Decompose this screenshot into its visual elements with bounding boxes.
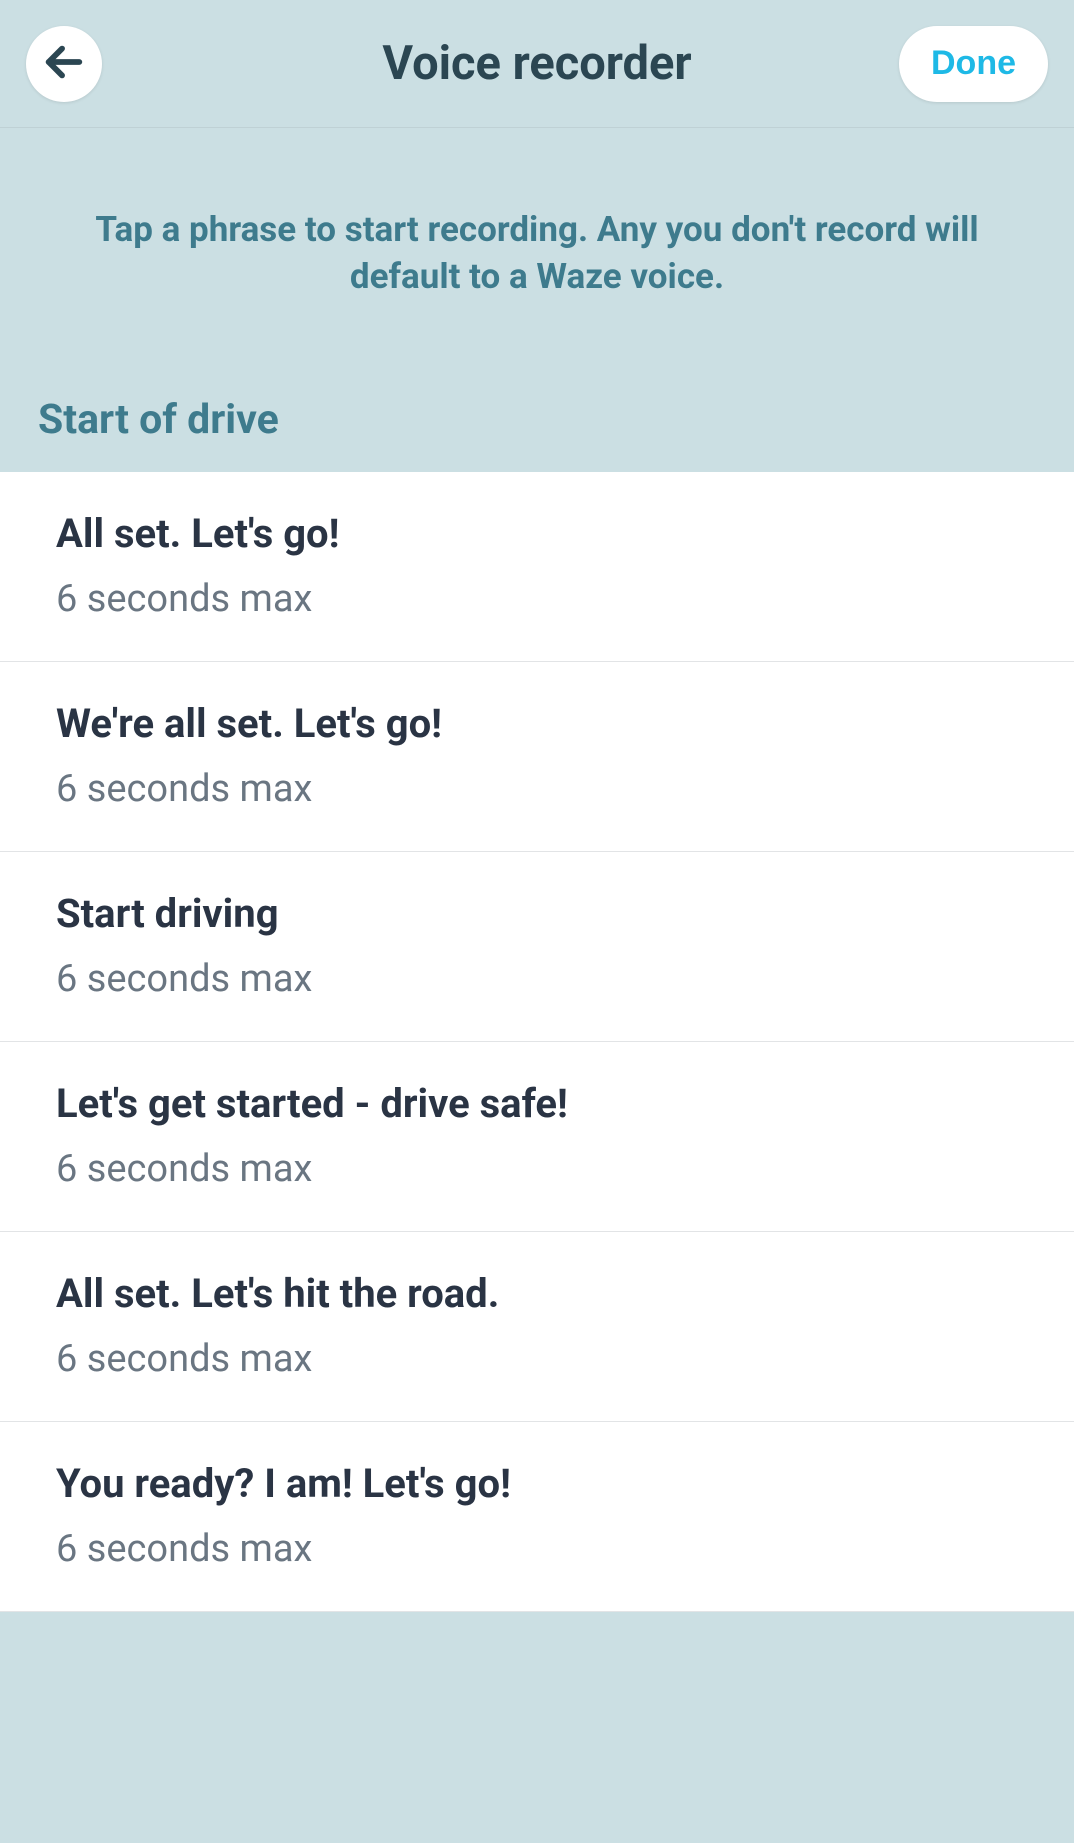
instruction-text: Tap a phrase to start recording. Any you… (88, 206, 986, 301)
phrase-item[interactable]: Let's get started - drive safe! 6 second… (0, 1042, 1074, 1232)
phrase-title: We're all set. Let's go! (56, 700, 1018, 747)
phrase-title: Let's get started - drive safe! (56, 1080, 1018, 1127)
header: Voice recorder Done (0, 0, 1074, 128)
phrase-item[interactable]: All set. Let's hit the road. 6 seconds m… (0, 1232, 1074, 1422)
phrase-item[interactable]: You ready? I am! Let's go! 6 seconds max (0, 1422, 1074, 1612)
arrow-left-icon (41, 39, 87, 88)
phrase-list: All set. Let's go! 6 seconds max We're a… (0, 472, 1074, 1612)
phrase-item[interactable]: All set. Let's go! 6 seconds max (0, 472, 1074, 662)
phrase-title: All set. Let's hit the road. (56, 1270, 1018, 1317)
phrase-title: You ready? I am! Let's go! (56, 1460, 1018, 1507)
phrase-duration: 6 seconds max (56, 957, 1018, 1001)
page-title: Voice recorder (382, 36, 691, 91)
section-title: Start of drive (0, 301, 1074, 472)
phrase-title: All set. Let's go! (56, 510, 1018, 557)
done-button[interactable]: Done (899, 26, 1048, 102)
phrase-item[interactable]: We're all set. Let's go! 6 seconds max (0, 662, 1074, 852)
phrase-duration: 6 seconds max (56, 1527, 1018, 1571)
phrase-duration: 6 seconds max (56, 1147, 1018, 1191)
instruction-section: Tap a phrase to start recording. Any you… (0, 128, 1074, 301)
phrase-item[interactable]: Start driving 6 seconds max (0, 852, 1074, 1042)
phrase-title: Start driving (56, 890, 1018, 937)
back-button[interactable] (26, 26, 102, 102)
phrase-duration: 6 seconds max (56, 1337, 1018, 1381)
phrase-duration: 6 seconds max (56, 577, 1018, 621)
phrase-duration: 6 seconds max (56, 767, 1018, 811)
